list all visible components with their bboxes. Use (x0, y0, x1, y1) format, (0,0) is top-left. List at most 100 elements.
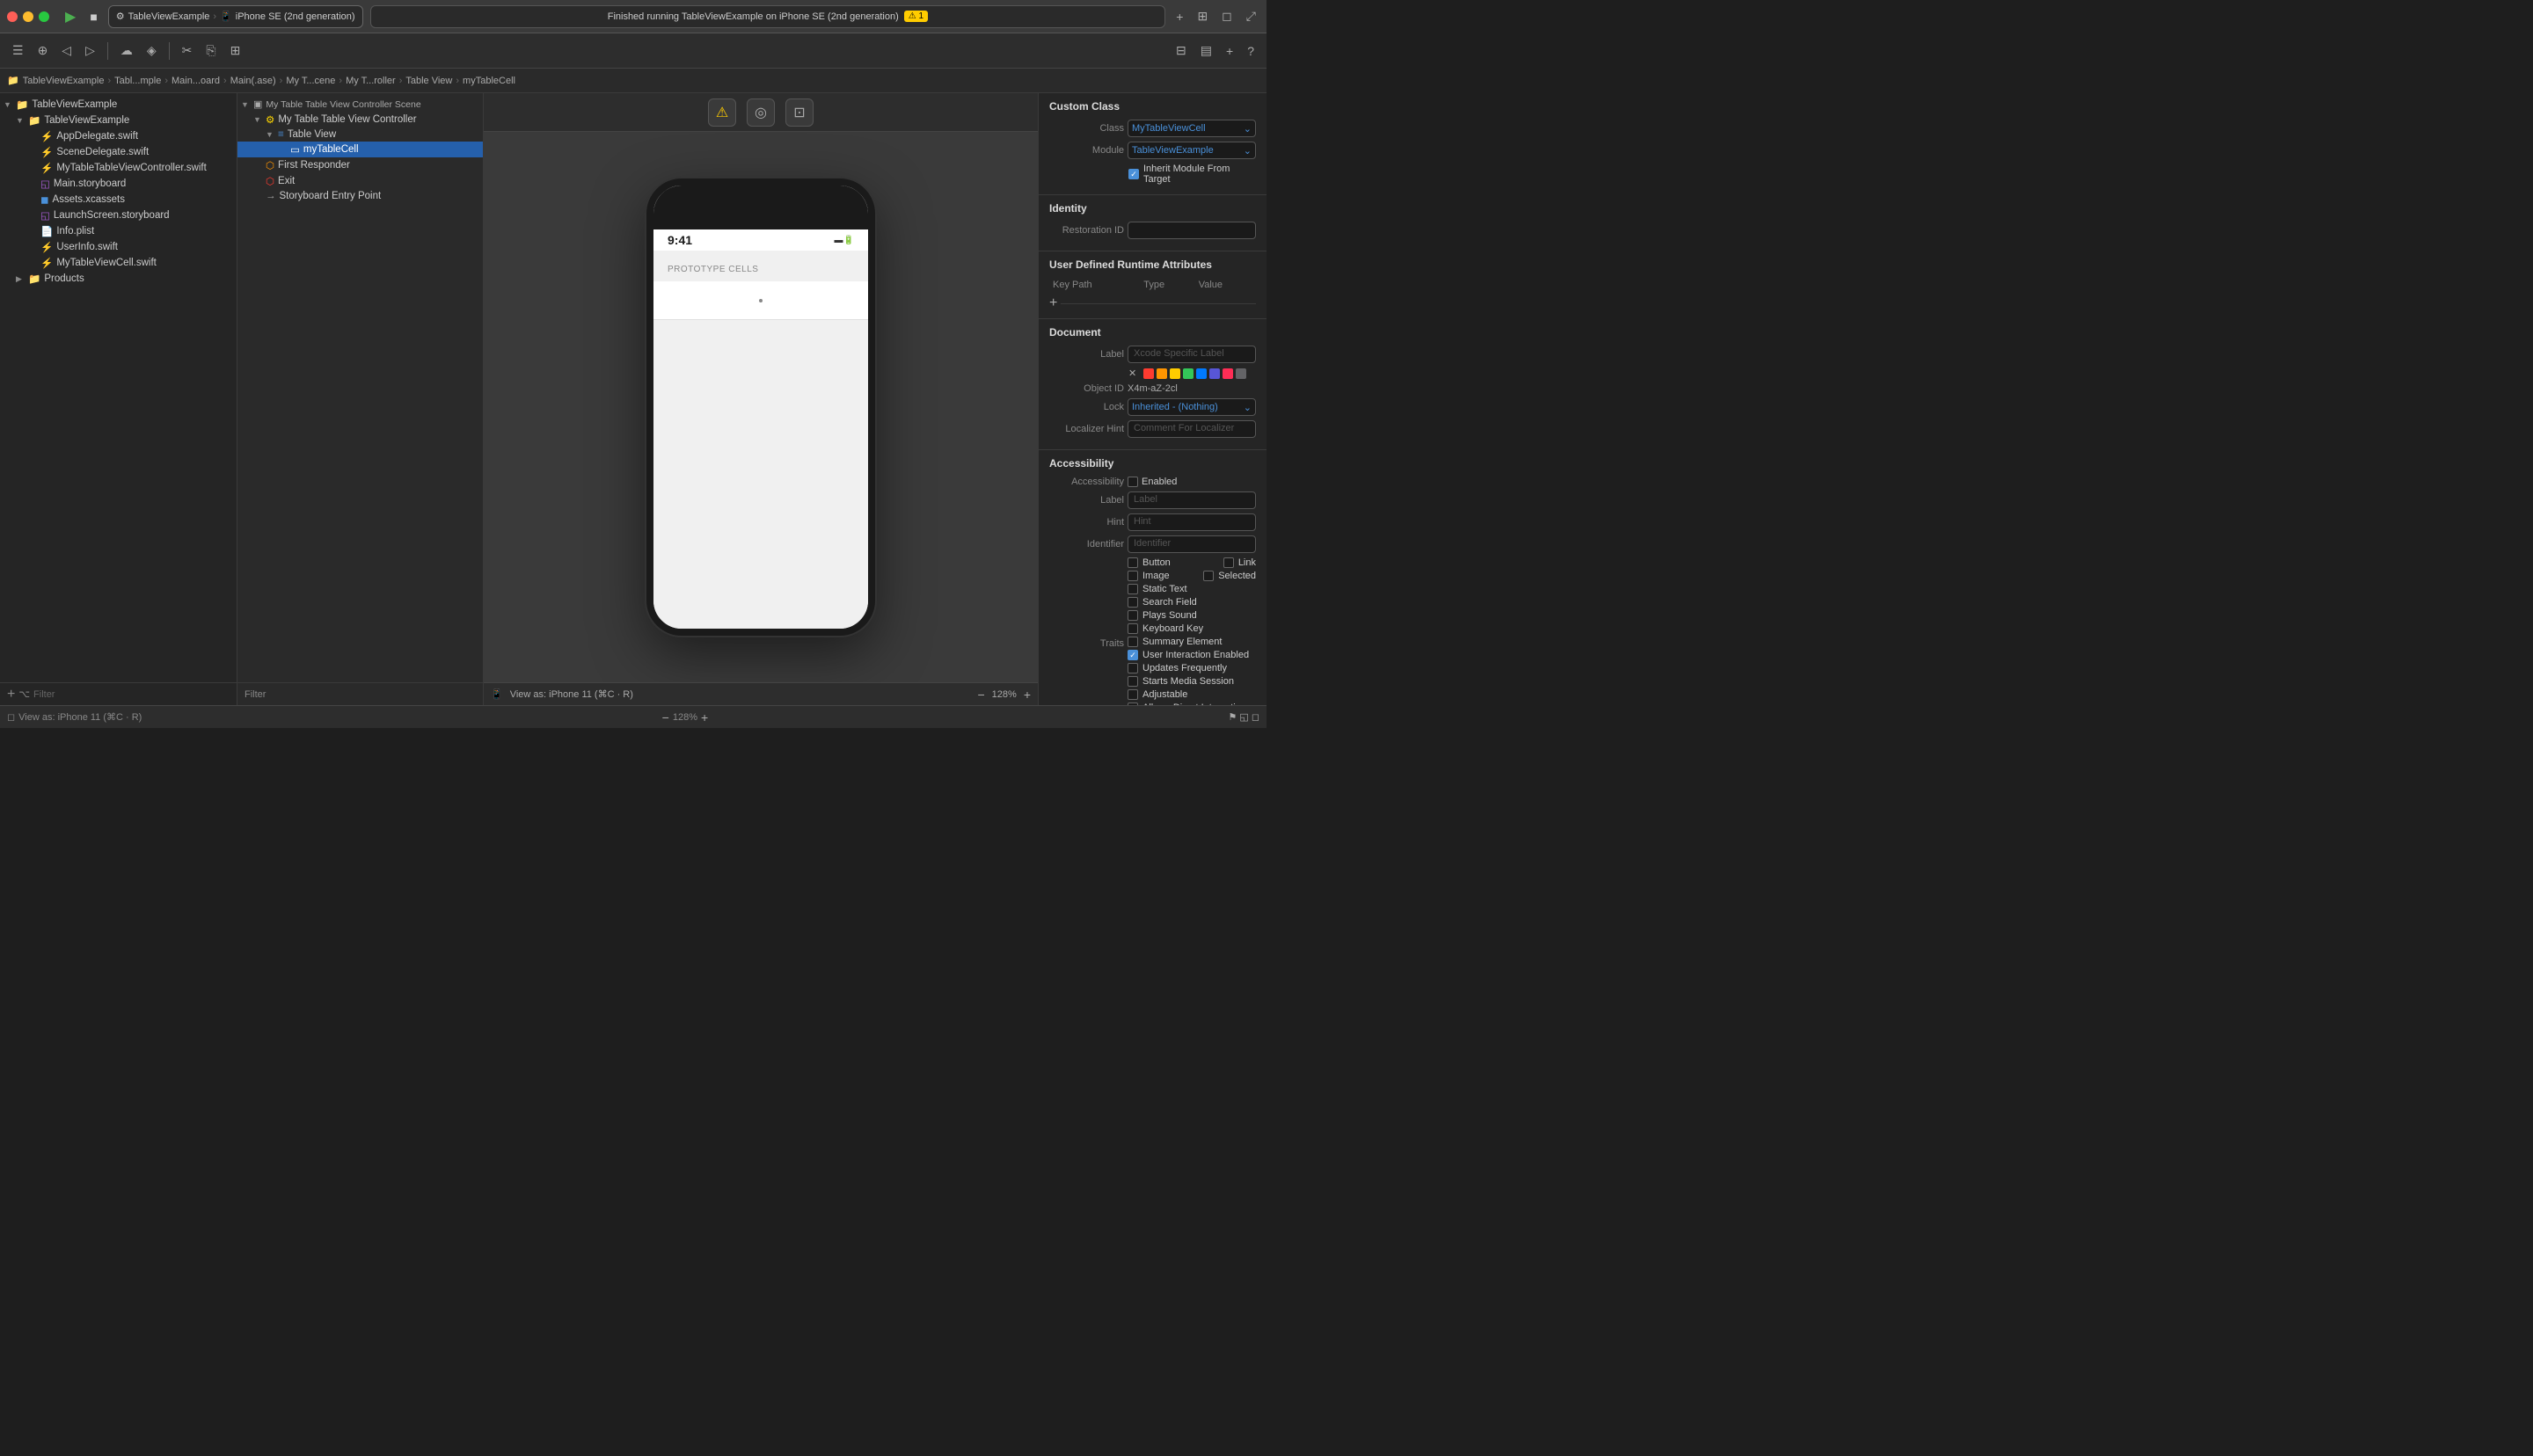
run-button[interactable]: ▶ (62, 8, 79, 25)
view-as-icon: 📱 (491, 688, 503, 700)
inherit-checkbox[interactable]: ✓ (1128, 169, 1139, 179)
add-button[interactable]: + (1172, 8, 1186, 25)
trait-adjustable-checkbox[interactable] (1128, 689, 1138, 700)
swatch-orange[interactable] (1157, 368, 1167, 379)
cut-btn[interactable]: ✂ (177, 40, 198, 62)
acc-label-input[interactable]: Label (1128, 491, 1256, 509)
window-controls[interactable]: ⊞ (1194, 7, 1211, 25)
panels-button[interactable]: ◻ (1218, 7, 1236, 25)
swatch-red[interactable] (1143, 368, 1154, 379)
maximize-button[interactable] (39, 11, 49, 22)
swatch-purple[interactable] (1209, 368, 1220, 379)
breadcrumb-controller[interactable]: My T...roller (346, 76, 396, 86)
trait-image-checkbox[interactable] (1128, 571, 1138, 581)
restoration-id-input[interactable] (1128, 222, 1256, 239)
scheme-selector[interactable]: ⚙ TableViewExample › 📱 iPhone SE (2nd ge… (108, 5, 363, 28)
swatch-green[interactable] (1183, 368, 1194, 379)
zoom-in-button[interactable]: + (1024, 688, 1031, 702)
trait-updates-checkbox[interactable] (1128, 663, 1138, 673)
tree-item-infoplist[interactable]: 📄 Info.plist (0, 223, 237, 239)
add-runtime-attr-button[interactable]: + (1049, 295, 1057, 311)
class-select[interactable]: MyTableViewCell ⌄ (1128, 120, 1256, 137)
add-file-button[interactable]: + (7, 687, 15, 703)
tree-item-mainstoryboard[interactable]: ◱ Main.storyboard (0, 176, 237, 192)
trait-plays-sound-checkbox[interactable] (1128, 610, 1138, 621)
tree-item-mytablevc[interactable]: ⚡ MyTableTableViewController.swift (0, 160, 237, 176)
trait-button-checkbox[interactable] (1128, 557, 1138, 568)
inspector-toggle[interactable]: ⊟ (1171, 40, 1192, 62)
trait-keyboard-checkbox[interactable] (1128, 623, 1138, 634)
cloud-btn[interactable]: ☁ (115, 40, 138, 62)
swatch-blue[interactable] (1196, 368, 1207, 379)
outline-responder[interactable]: ⬡ First Responder (237, 157, 483, 173)
trait-search-checkbox[interactable] (1128, 597, 1138, 608)
stop-button[interactable]: ■ (86, 10, 100, 24)
zoom-plus-button[interactable]: + (701, 710, 708, 724)
breadcrumb-main2[interactable]: Main(.ase) (230, 76, 276, 86)
breadcrumb-tabl[interactable]: Tabl...mple (114, 76, 161, 86)
breadcrumb-item-0[interactable]: 📁 (7, 75, 19, 86)
canvas-layout-btn[interactable]: ⊡ (785, 98, 814, 127)
navigator-toggle[interactable]: ☰ (7, 40, 29, 62)
outline-cell[interactable]: ▭ myTableCell (237, 142, 483, 157)
outline-vc[interactable]: ▼ ⚙ My Table Table View Controller (237, 112, 483, 127)
tree-item-products[interactable]: ▶ 📁 Products (0, 271, 237, 287)
tree-item-userinfo[interactable]: ⚡ UserInfo.swift (0, 239, 237, 255)
document-outline: ▼ ▣ My Table Table View Controller Scene… (237, 93, 484, 705)
breadcrumb-scene[interactable]: My T...cene (286, 76, 335, 86)
tree-item-launchscreen[interactable]: ◱ LaunchScreen.storyboard (0, 207, 237, 223)
breadcrumb-tableviewexample[interactable]: TableViewExample (23, 76, 105, 86)
doc-label-input[interactable]: Xcode Specific Label (1128, 346, 1256, 363)
breadcrumb-cell[interactable]: myTableCell (463, 76, 515, 86)
new-file-btn[interactable]: ⊕ (33, 40, 54, 62)
tree-item-appdelegate[interactable]: ⚡ AppDelegate.swift (0, 128, 237, 144)
outline-entrypoint[interactable]: → Storyboard Entry Point (237, 189, 483, 203)
trait-static-checkbox[interactable] (1128, 584, 1138, 594)
trait-search-row: Search Field (1128, 597, 1256, 608)
tree-item-mytablecell[interactable]: ⚡ MyTableViewCell.swift (0, 255, 237, 271)
breakpoint-btn[interactable]: ◈ (142, 40, 162, 62)
swatch-gray[interactable] (1236, 368, 1246, 379)
acc-hint-input[interactable]: Hint (1128, 513, 1256, 531)
localizer-input[interactable]: Comment For Localizer (1128, 420, 1256, 438)
swatch-yellow[interactable] (1170, 368, 1180, 379)
trait-selected-checkbox[interactable] (1203, 571, 1214, 581)
grid-btn[interactable]: ⊞ (225, 40, 246, 62)
acc-hint-label: Hint (1049, 517, 1124, 528)
trait-summary-checkbox[interactable] (1128, 637, 1138, 647)
close-button[interactable] (7, 11, 18, 22)
library-btn[interactable]: + (1221, 40, 1238, 62)
zoom-out-button[interactable]: − (977, 688, 984, 702)
trait-direct-interaction-checkbox[interactable] (1128, 703, 1138, 705)
full-screen-button[interactable]: ⤢ (1243, 7, 1259, 25)
tree-item-scenedelegate[interactable]: ⚡ SceneDelegate.swift (0, 144, 237, 160)
module-select[interactable]: TableViewExample ⌄ (1128, 142, 1256, 159)
lock-select[interactable]: Inherited - (Nothing) ⌄ (1128, 398, 1256, 416)
trait-link-checkbox[interactable] (1223, 557, 1234, 568)
chevron-icon: › (213, 11, 216, 22)
console-toggle[interactable]: ▤ (1195, 40, 1217, 62)
canvas-preview-btn[interactable]: ◎ (747, 98, 775, 127)
trait-media-checkbox[interactable] (1128, 676, 1138, 687)
tree-item-assets[interactable]: ◼ Assets.xcassets (0, 192, 237, 207)
zoom-minus-button[interactable]: − (662, 710, 669, 724)
outline-tableview[interactable]: ▼ ≡ Table View (237, 127, 483, 142)
swatch-pink[interactable] (1223, 368, 1233, 379)
canvas-warning-btn[interactable]: ⚠ (708, 98, 736, 127)
breadcrumb-tableview[interactable]: Table View (405, 76, 452, 86)
folder-blue-icon: 📁 (28, 114, 40, 127)
status-bar-icons[interactable]: ⚑ ◱ ◻ (1229, 711, 1260, 723)
acc-identifier-input[interactable]: Identifier (1128, 535, 1256, 553)
copy-btn[interactable]: ⎘ (201, 40, 221, 62)
forward-btn[interactable]: ▷ (80, 40, 100, 62)
outline-exit[interactable]: ⬡ Exit (237, 173, 483, 189)
minimize-button[interactable] (23, 11, 33, 22)
tree-item-root[interactable]: ▼ 📁 TableViewExample (0, 97, 237, 113)
tree-item-group[interactable]: ▼ 📁 TableViewExample (0, 113, 237, 128)
trait-user-interaction-checkbox[interactable]: ✓ (1128, 650, 1138, 660)
breadcrumb-main1[interactable]: Main...oard (172, 76, 220, 86)
outline-scene[interactable]: ▼ ▣ My Table Table View Controller Scene (237, 97, 483, 112)
back-btn[interactable]: ◁ (56, 40, 77, 62)
help-btn[interactable]: ? (1242, 40, 1259, 62)
accessibility-enabled-checkbox[interactable] (1128, 477, 1138, 487)
